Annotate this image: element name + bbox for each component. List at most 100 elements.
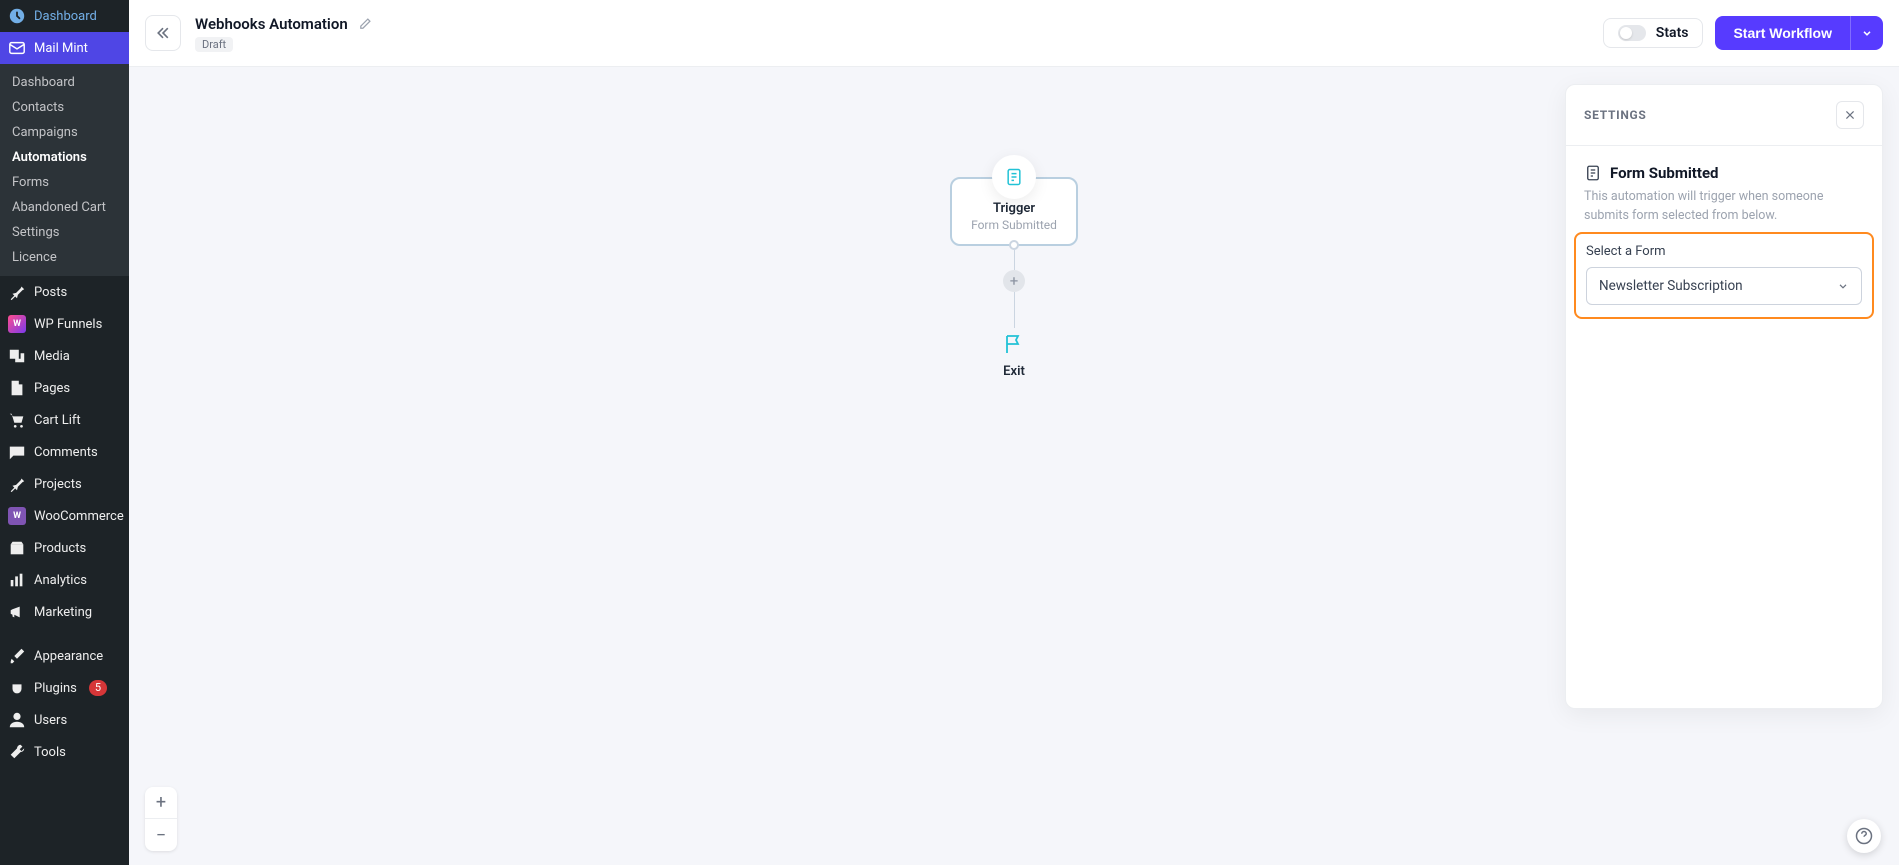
woocommerce-icon: W <box>8 507 26 525</box>
start-workflow-dropdown[interactable] <box>1850 16 1883 50</box>
sidebar-label: Tools <box>34 745 66 760</box>
collapse-button[interactable] <box>145 15 181 51</box>
chart-icon <box>8 571 26 589</box>
sidebar-item-media[interactable]: Media <box>0 340 129 372</box>
zoom-out-button[interactable]: − <box>145 819 177 851</box>
chevron-down-icon <box>1861 27 1873 39</box>
stats-toggle[interactable] <box>1618 25 1646 41</box>
sidebar-label: WP Funnels <box>34 317 102 332</box>
form-icon <box>1004 167 1024 187</box>
add-step-button[interactable]: + <box>1003 270 1025 292</box>
box-icon <box>8 539 26 557</box>
subitem-abandoned-cart[interactable]: Abandoned Cart <box>0 195 129 220</box>
trigger-node-icon-circle <box>992 155 1036 199</box>
sidebar-item-cart-lift[interactable]: Cart Lift <box>0 404 129 436</box>
subitem-licence[interactable]: Licence <box>0 245 129 270</box>
form-icon <box>1584 164 1602 182</box>
cart-icon <box>8 411 26 429</box>
gauge-icon <box>8 7 26 25</box>
stats-toggle-wrap: Stats <box>1603 18 1704 48</box>
pin-icon <box>8 283 26 301</box>
sidebar-item-products[interactable]: Products <box>0 532 129 564</box>
start-workflow-button[interactable]: Start Workflow <box>1715 16 1850 50</box>
automation-canvas[interactable]: Trigger Form Submitted + Exit + − SETTIN… <box>129 67 1899 865</box>
status-badge: Draft <box>195 37 233 52</box>
pin-icon <box>8 475 26 493</box>
sidebar-label: Products <box>34 541 86 556</box>
brush-icon <box>8 647 26 665</box>
sidebar-label: Comments <box>34 445 98 460</box>
sidebar-label: Appearance <box>34 649 103 664</box>
wpfunnels-icon: W <box>8 315 26 333</box>
trigger-subtitle: Form Submitted <box>952 218 1076 232</box>
sidebar-item-mail-mint[interactable]: Mail Mint <box>0 32 129 64</box>
sidebar-item-appearance[interactable]: Appearance <box>0 640 129 672</box>
sidebar-label: Marketing <box>34 605 92 620</box>
exit-label: Exit <box>1003 364 1025 379</box>
plugins-count-badge: 5 <box>89 680 107 696</box>
page-icon <box>8 379 26 397</box>
trigger-title: Trigger <box>952 201 1076 216</box>
sidebar-label: Projects <box>34 477 82 492</box>
page-header: Webhooks Automation Draft Stats Start Wo… <box>129 0 1899 67</box>
edit-title-button[interactable] <box>356 15 374 33</box>
sidebar-label: WooCommerce <box>34 509 124 524</box>
sidebar-item-dashboard-top[interactable]: Dashboard <box>0 0 129 32</box>
sidebar-item-marketing[interactable]: Marketing <box>0 596 129 628</box>
settings-close-button[interactable] <box>1836 101 1864 129</box>
sidebar-label: Posts <box>34 285 67 300</box>
sidebar-label: Cart Lift <box>34 413 81 428</box>
subitem-campaigns[interactable]: Campaigns <box>0 120 129 145</box>
comment-icon <box>8 443 26 461</box>
question-icon <box>1855 827 1873 845</box>
mail-icon <box>8 39 26 57</box>
sidebar-item-plugins[interactable]: Plugins 5 <box>0 672 129 704</box>
form-select-highlight: Select a Form Newsletter Subscription <box>1574 232 1874 319</box>
wrench-icon <box>8 743 26 761</box>
media-icon <box>8 347 26 365</box>
page-title: Webhooks Automation <box>195 15 348 33</box>
connector-line <box>1014 250 1015 270</box>
settings-section-title: Form Submitted <box>1610 164 1719 182</box>
subitem-contacts[interactable]: Contacts <box>0 95 129 120</box>
connector-dot <box>1009 240 1019 250</box>
pencil-icon <box>358 17 372 31</box>
exit-node-icon <box>1002 332 1026 360</box>
admin-sidebar: Dashboard Mail Mint Dashboard Contacts C… <box>0 0 129 865</box>
settings-section-description: This automation will trigger when someon… <box>1584 188 1864 226</box>
sidebar-item-users[interactable]: Users <box>0 704 129 736</box>
sidebar-label: Analytics <box>34 573 87 588</box>
close-icon <box>1844 109 1856 121</box>
sidebar-label: Pages <box>34 381 70 396</box>
stats-label: Stats <box>1656 25 1689 41</box>
subitem-dashboard[interactable]: Dashboard <box>0 70 129 95</box>
subitem-automations[interactable]: Automations <box>0 145 129 170</box>
sidebar-label: Media <box>34 349 70 364</box>
sidebar-item-posts[interactable]: Posts <box>0 276 129 308</box>
chevron-double-left-icon <box>155 25 171 41</box>
zoom-in-button[interactable]: + <box>145 787 177 819</box>
settings-panel-title: SETTINGS <box>1584 108 1647 122</box>
subitem-settings[interactable]: Settings <box>0 220 129 245</box>
flow: Trigger Form Submitted + Exit <box>950 155 1078 379</box>
sidebar-item-analytics[interactable]: Analytics <box>0 564 129 596</box>
sidebar-label: Dashboard <box>34 9 97 24</box>
help-button[interactable] <box>1847 819 1881 853</box>
plug-icon <box>8 679 26 697</box>
sidebar-item-wp-funnels[interactable]: W WP Funnels <box>0 308 129 340</box>
form-dropdown[interactable]: Newsletter Subscription <box>1586 267 1862 305</box>
sidebar-item-pages[interactable]: Pages <box>0 372 129 404</box>
chevron-down-icon <box>1837 280 1849 292</box>
sidebar-item-woocommerce[interactable]: W WooCommerce <box>0 500 129 532</box>
user-icon <box>8 711 26 729</box>
sidebar-item-comments[interactable]: Comments <box>0 436 129 468</box>
connector-line <box>1014 292 1015 328</box>
form-dropdown-value: Newsletter Subscription <box>1599 278 1743 294</box>
sidebar-item-tools[interactable]: Tools <box>0 736 129 768</box>
sidebar-label: Plugins <box>34 681 77 696</box>
megaphone-icon <box>8 603 26 621</box>
settings-panel: SETTINGS Form Submitted This automation … <box>1565 84 1883 709</box>
sidebar-item-projects[interactable]: Projects <box>0 468 129 500</box>
sidebar-label: Users <box>34 713 67 728</box>
subitem-forms[interactable]: Forms <box>0 170 129 195</box>
